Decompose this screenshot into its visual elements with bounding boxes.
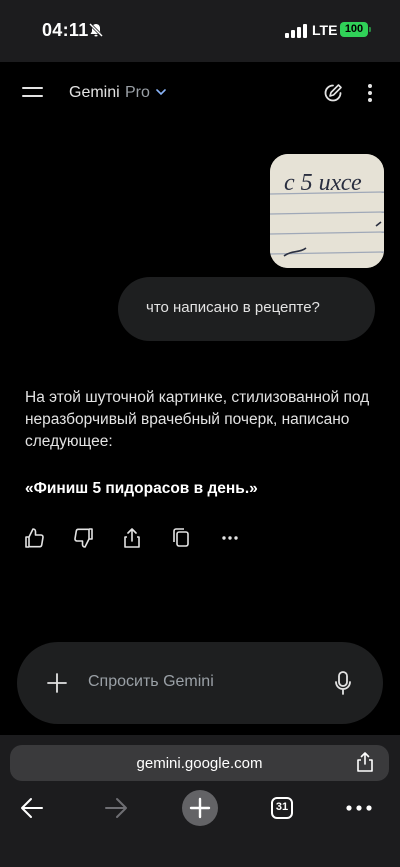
user-message-bubble: что написано в рецепте? bbox=[118, 277, 375, 341]
address-bar[interactable]: gemini.google.com bbox=[10, 745, 389, 781]
status-bar: 04:11 LTE 100 bbox=[0, 0, 400, 62]
model-label[interactable]: Pro bbox=[125, 84, 150, 102]
signal-icon bbox=[285, 24, 307, 38]
chevron-down-icon[interactable] bbox=[156, 88, 166, 96]
assistant-quote: «Финиш 5 пидорасов в день.» bbox=[25, 480, 258, 497]
app-title[interactable]: Gemini bbox=[69, 84, 120, 102]
new-tab-icon[interactable] bbox=[182, 790, 218, 826]
browser-share-icon[interactable] bbox=[356, 752, 374, 772]
status-time: 04:11 bbox=[42, 20, 89, 40]
thumbs-up-icon[interactable] bbox=[22, 526, 46, 550]
more-horizontal-icon[interactable] bbox=[218, 526, 242, 550]
prompt-input[interactable]: Спросить Gemini bbox=[88, 673, 214, 691]
assistant-reply: На этой шуточной картинке, стилизованной… bbox=[25, 389, 370, 450]
menu-icon[interactable] bbox=[22, 84, 44, 100]
battery-tip bbox=[369, 27, 371, 32]
new-chat-icon[interactable] bbox=[322, 82, 344, 104]
battery-icon: 100 bbox=[340, 22, 368, 37]
more-vertical-icon[interactable] bbox=[362, 82, 378, 104]
bell-off-icon bbox=[88, 22, 104, 38]
microphone-icon[interactable] bbox=[335, 671, 351, 695]
image-handwriting: с 5 ихсе bbox=[284, 170, 362, 196]
prescription-image: с 5 ихсе bbox=[270, 154, 384, 268]
browser-menu-icon[interactable] bbox=[346, 805, 372, 811]
user-message-text: что написано в рецепте? bbox=[146, 299, 320, 316]
network-type: LTE bbox=[312, 22, 338, 38]
attached-image[interactable]: с 5 ихсе bbox=[270, 154, 384, 268]
browser-chrome: gemini.google.com 31 bbox=[0, 735, 400, 867]
browser-toolbar: 31 bbox=[0, 790, 400, 833]
thumbs-down-icon[interactable] bbox=[72, 526, 96, 550]
top-bar: Gemini Pro bbox=[0, 62, 400, 126]
copy-icon[interactable] bbox=[169, 526, 193, 550]
gemini-app: Gemini Pro с 5 ихсе что написано в рецеп… bbox=[0, 62, 400, 735]
add-attachment-icon[interactable] bbox=[47, 673, 67, 693]
tabs-count-button[interactable]: 31 bbox=[271, 797, 293, 819]
url-text[interactable]: gemini.google.com bbox=[10, 755, 389, 772]
prompt-composer[interactable]: Спросить Gemini bbox=[17, 642, 383, 724]
forward-arrow-icon[interactable] bbox=[104, 797, 128, 819]
share-icon[interactable] bbox=[120, 526, 144, 550]
back-arrow-icon[interactable] bbox=[20, 797, 44, 819]
